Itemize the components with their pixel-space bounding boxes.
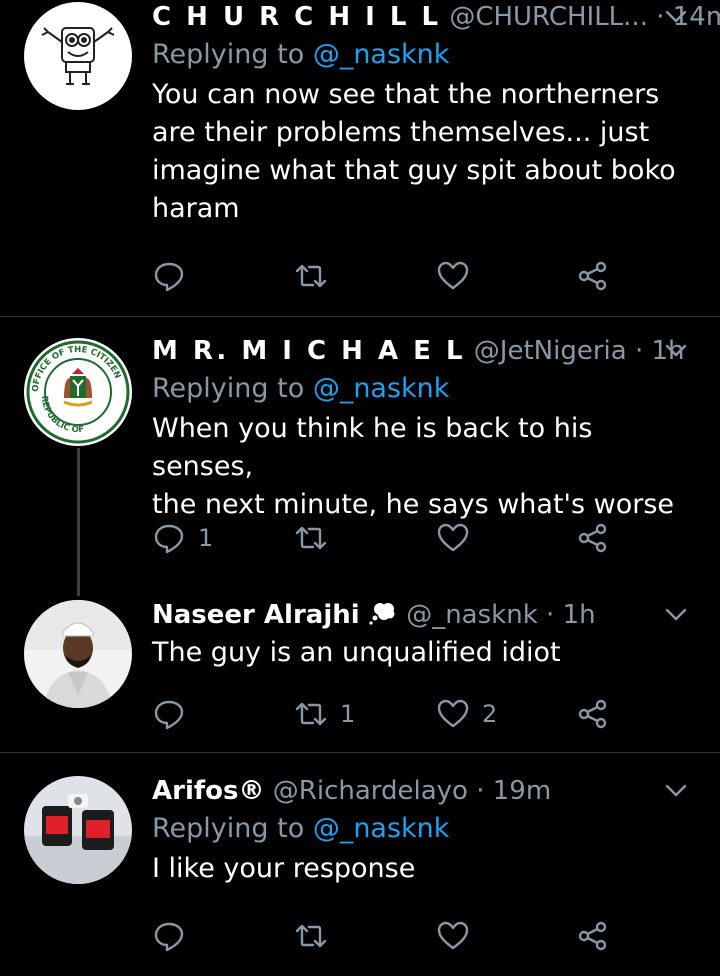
- tweet-text-line: When you think he is back to his senses,: [152, 413, 593, 482]
- reply-button[interactable]: [152, 694, 198, 734]
- like-icon: [437, 261, 469, 290]
- profile-photo-image: [24, 600, 132, 708]
- tweet-text: The guy is an unqualified idiot: [152, 634, 692, 672]
- user-handle[interactable]: @CHURCHILL...: [449, 2, 648, 32]
- replying-to: Replying to @_nasknk: [152, 370, 692, 408]
- reply-button[interactable]: [152, 916, 198, 956]
- retweet-count: 1: [340, 700, 356, 728]
- replying-mention[interactable]: @_nasknk: [313, 373, 450, 404]
- separator-dot: ·: [546, 600, 555, 630]
- reply-icon: [154, 922, 184, 952]
- tweet-arifos[interactable]: Arifos® @Richardelayo · 19m Replying to …: [0, 754, 720, 976]
- tweet-actions: 1: [152, 518, 632, 558]
- share-button[interactable]: [576, 256, 610, 296]
- retweet-button[interactable]: [294, 518, 340, 558]
- user-handle[interactable]: @Richardelayo: [273, 776, 468, 806]
- reply-button[interactable]: 1: [152, 518, 213, 558]
- retweet-icon: [295, 702, 327, 726]
- like-button[interactable]: [436, 518, 482, 558]
- display-name[interactable]: Naseer Alrajhi: [152, 600, 360, 630]
- chevron-down-icon[interactable]: [662, 602, 690, 626]
- share-icon: [578, 261, 607, 291]
- reply-icon: [154, 524, 184, 554]
- reply-icon: [154, 262, 184, 292]
- retweet-button[interactable]: 1: [294, 694, 355, 734]
- display-name[interactable]: C H U R C H I L L: [152, 2, 441, 32]
- replying-to: Replying to @_nasknk: [152, 36, 692, 74]
- avatar-arifos[interactable]: [24, 776, 132, 884]
- separator-dot: ·: [634, 336, 644, 366]
- tweet-text-line: imagine what that guy spit about boko: [152, 155, 676, 186]
- tweet-header: Naseer Alrajhi @_nasknk · 1h: [152, 598, 692, 632]
- tweet-text-line: I like your response: [152, 853, 416, 884]
- tweet-header: Arifos® @Richardelayo · 19m: [152, 774, 692, 808]
- like-button[interactable]: 2: [436, 694, 497, 734]
- tweet-text-line: The guy is an unqualified idiot: [152, 637, 561, 668]
- like-button[interactable]: [436, 256, 482, 296]
- tweet-actions: [152, 256, 632, 296]
- retweet-button[interactable]: [294, 256, 340, 296]
- thread-connector-line: [77, 448, 80, 596]
- like-icon: [437, 921, 469, 950]
- share-icon: [578, 921, 607, 951]
- timestamp[interactable]: 1h: [563, 600, 596, 630]
- user-handle[interactable]: @JetNigeria: [474, 336, 627, 366]
- chevron-down-icon[interactable]: [662, 778, 690, 802]
- tweet-header: C H U R C H I L L @CHURCHILL... · 14m: [152, 0, 720, 34]
- replying-prefix: Replying to: [152, 39, 305, 70]
- tweet-mr-michael[interactable]: OFFICE OF THE CITIZEN REPUBLIC OF M R. M…: [0, 318, 720, 596]
- display-name[interactable]: M R. M I C H A E L: [152, 336, 466, 366]
- tweet-text-line: haram: [152, 193, 240, 224]
- avatar-naseer-alrajhi[interactable]: [24, 600, 132, 708]
- share-icon: [578, 699, 607, 729]
- avatar-mr-michael[interactable]: OFFICE OF THE CITIZEN REPUBLIC OF: [24, 338, 132, 446]
- timestamp[interactable]: 19m: [493, 776, 551, 806]
- replying-prefix: Replying to: [152, 373, 305, 404]
- tweet-text: You can now see that the northerners are…: [152, 76, 692, 228]
- like-button[interactable]: [436, 916, 482, 956]
- tweet-naseer-alrajhi[interactable]: Naseer Alrajhi @_nasknk · 1h The guy is …: [0, 596, 720, 752]
- replying-to: Replying to @_nasknk: [152, 810, 692, 848]
- replying-mention[interactable]: @_nasknk: [313, 39, 450, 70]
- share-button[interactable]: [576, 694, 610, 734]
- tweet-actions: [152, 916, 632, 956]
- like-icon: [437, 699, 469, 728]
- reply-count: 1: [198, 524, 214, 552]
- tweet-actions: 1 2: [152, 694, 632, 734]
- share-button[interactable]: [576, 916, 610, 956]
- display-name[interactable]: Arifos®: [152, 776, 265, 806]
- tweet-churchill[interactable]: C H U R C H I L L @CHURCHILL... · 14m Re…: [0, 0, 720, 316]
- share-button[interactable]: [576, 518, 610, 558]
- tweet-divider: [0, 752, 720, 753]
- separator-dot: ·: [476, 776, 485, 806]
- tweet-header: M R. M I C H A E L @JetNigeria · 1h: [152, 334, 692, 368]
- tweet-text-line: are their problems themselves... just: [152, 117, 650, 148]
- chevron-down-icon[interactable]: [662, 338, 690, 362]
- like-count: 2: [482, 700, 498, 728]
- reply-icon: [154, 700, 184, 730]
- chevron-down-icon[interactable]: [662, 4, 690, 28]
- replying-mention[interactable]: @_nasknk: [313, 813, 450, 844]
- profile-photo-image: [24, 776, 132, 884]
- user-handle[interactable]: @_nasknk: [406, 600, 538, 630]
- retweet-icon: [295, 526, 327, 550]
- tweet-text: When you think he is back to his senses,…: [152, 410, 692, 524]
- tweet-text-line: You can now see that the northerners: [152, 79, 660, 110]
- reply-button[interactable]: [152, 256, 198, 296]
- spongebob-avatar-image: [24, 2, 132, 110]
- replying-prefix: Replying to: [152, 813, 305, 844]
- tweet-divider: [0, 316, 720, 317]
- retweet-icon: [295, 924, 327, 948]
- thought-bubble-icon: [368, 601, 398, 627]
- share-icon: [578, 523, 607, 553]
- retweet-button[interactable]: [294, 916, 340, 956]
- avatar-churchill[interactable]: [24, 2, 132, 110]
- retweet-icon: [295, 264, 327, 288]
- like-icon: [437, 523, 469, 552]
- tweet-text: I like your response: [152, 850, 692, 888]
- seal-avatar-image: OFFICE OF THE CITIZEN REPUBLIC OF: [24, 338, 132, 446]
